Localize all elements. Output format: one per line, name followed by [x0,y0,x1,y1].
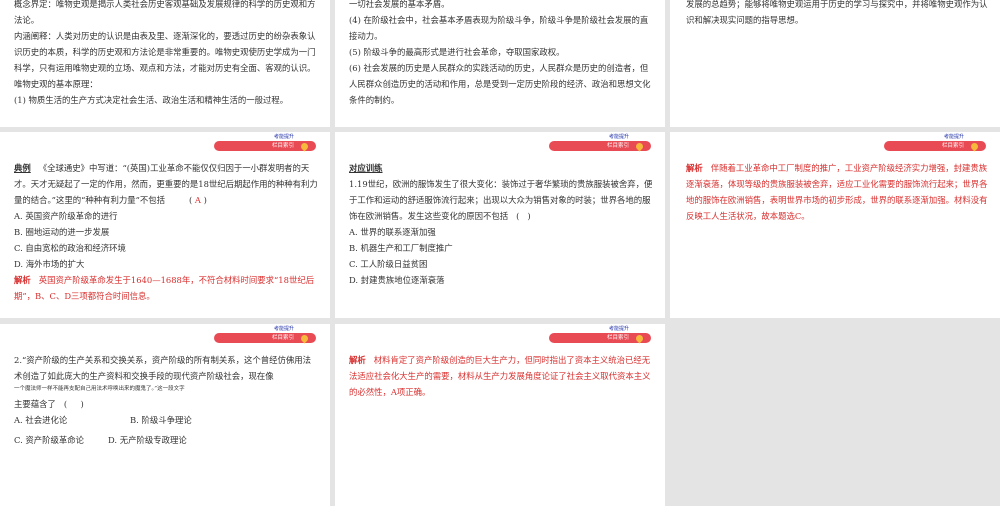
option: C. 资产阶级革命论 [14,435,85,445]
location-pin-icon [634,333,645,343]
paragraph: 一切社会发展的基本矛盾。 [349,0,450,9]
slide-7: 考能提升 栏目索引 2.“资产阶级的生产关系和交换关系，资产阶级的所有制关系，这… [0,324,330,506]
question: 典例 《全球通史》中写道：“(英国)工业革命不能仅仅归因于一小群发明者的天才。天… [14,163,318,205]
option: C. 工人阶级日益贫困 [349,259,428,269]
location-pin-icon [969,141,980,151]
question-small: 一个魔法师一样不能再支配自己用法术呼唤出来的魔鬼了。”这一段文字 [14,386,185,392]
analysis: 解析 英国资产阶级革命发生于1640—1688年，不符合材料时间要求“18世纪后… [14,275,315,301]
section-heading: 对应训练 [349,163,383,173]
location-pin-icon [299,141,310,151]
analysis: 解析 伴随着工业革命中工厂制度的推广，工业资产阶级经济实力增强，封建贵族逐渐衰落… [686,163,988,221]
paragraph: (6) 社会发展的历史是人民群众的实践活动的历史，人民群众是历史的创造者，但人民… [349,63,651,105]
index-button[interactable]: 栏目索引 [549,141,651,151]
index-button[interactable]: 栏目索引 [214,333,316,343]
paragraph: (5) 阶级斗争的最高形式是进行社会革命，夺取国家政权。 [349,47,565,57]
slide-5: 考能提升 栏目索引 对应训练 1.19世纪，欧洲的服饰发生了很大变化：装饰过于奢… [335,132,665,318]
option: C. 自由宽松的政治和经济环境 [14,243,126,253]
location-pin-icon [299,333,310,343]
section-tag: 考能提升 [608,326,629,332]
answer: A [194,195,201,205]
section-tag: 考能提升 [943,134,964,140]
option: B. 圈地运动的进一步发展 [14,227,110,237]
question: 1.19世纪，欧洲的服饰发生了很大变化：装饰过于奢华繁琐的贵族服装被舍弃，便于工… [349,179,653,221]
option: D. 封建贵族地位逐渐衰落 [349,275,445,285]
index-button[interactable]: 栏目索引 [549,333,651,343]
paragraph: 内涵阐释：人类对历史的认识是由表及里、逐渐深化的，要透过历史的纷杂表象认识历史的… [14,31,316,89]
slide-8: 考能提升 栏目索引 解析 材料肯定了资产阶级创造的巨大生产力，但同时指出了资本主… [335,324,665,506]
option: A. 社会进化论 [14,415,68,425]
option: A. 世界的联系逐渐加强 [349,227,436,237]
slide-4: 考能提升 栏目索引 典例 《全球通史》中写道：“(英国)工业革命不能仅仅归因于一… [0,132,330,318]
question: 2.“资产阶级的生产关系和交换关系，资产阶级的所有制关系，这个曾经仿佛用法术创造… [14,355,312,381]
index-button[interactable]: 栏目索引 [884,141,986,151]
slide-2: 一切社会发展的基本矛盾。 (4) 在阶级社会中，社会基本矛盾表现为阶级斗争，阶级… [335,0,665,127]
index-button[interactable]: 栏目索引 [214,141,316,151]
section-tag: 考能提升 [273,134,294,140]
option: A. 英国资产阶级革命的进行 [14,211,118,221]
slide-6: 考能提升 栏目索引 解析 伴随着工业革命中工厂制度的推广，工业资产阶级经济实力增… [670,132,1000,318]
slide-1: 概念界定：唯物史观是揭示人类社会历史客观基础及发展规律的科学的历史观和方法论。 … [0,0,330,127]
option: D. 无产阶级专政理论 [108,435,187,445]
paragraph: (1) 物质生活的生产方式决定社会生活、政治生活和精神生活的一般过程。 [14,95,289,105]
option: B. 阶级斗争理论 [130,415,192,425]
option: B. 机器生产和工厂制度推广 [349,243,453,253]
question-tail: 主要蕴含了 ( ) [14,399,84,409]
option: D. 海外市场的扩大 [14,259,85,269]
paragraph: 概念界定：唯物史观是揭示人类社会历史客观基础及发展规律的科学的历史观和方法论。 [14,0,316,25]
section-tag: 考能提升 [273,326,294,332]
location-pin-icon [634,141,645,151]
paragraph: (4) 在阶级社会中，社会基本矛盾表现为阶级斗争，阶级斗争是阶级社会发展的直接动… [349,15,649,41]
slide-3: 发展的总趋势；能够将唯物史观运用于历史的学习与探究中，并将唯物史观作为认识和解决… [670,0,1000,127]
paragraph: 发展的总趋势；能够将唯物史观运用于历史的学习与探究中，并将唯物史观作为认识和解决… [686,0,988,25]
analysis: 解析 材料肯定了资产阶级创造的巨大生产力，但同时指出了资本主义统治已经无法适应社… [349,355,651,397]
section-tag: 考能提升 [608,134,629,140]
